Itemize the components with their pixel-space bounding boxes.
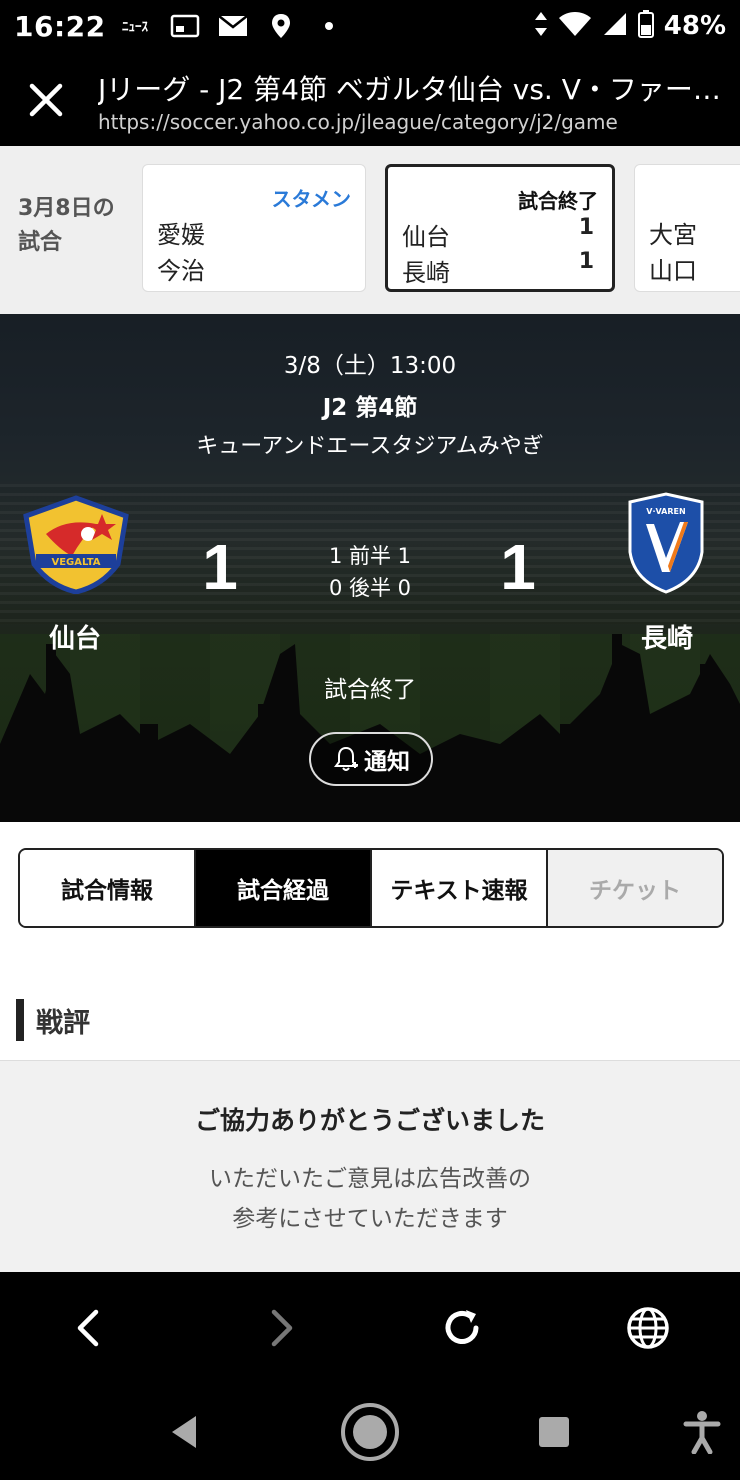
match-round: J2 第4節 — [322, 395, 418, 421]
battery-percent: 48% — [663, 11, 726, 41]
card-home-team: 仙台 — [402, 223, 450, 251]
home-score: 1 — [202, 531, 238, 603]
match-venue: キューアンドエースタジアムみやぎ — [196, 434, 544, 459]
content-area: 試合情報 試合経過 テキスト速報 チケット 戦評 ご協力ありがとうございました … — [0, 822, 740, 1272]
varen-logo[interactable]: V·VAREN — [626, 492, 706, 596]
system-nav — [0, 1382, 740, 1480]
au-app-icon — [170, 14, 200, 38]
game-card-sendai-nagasaki[interactable]: 試合終了 仙台 1 長崎 1 — [385, 164, 615, 292]
card-away-score: 1 — [578, 249, 594, 274]
close-button[interactable] — [22, 76, 70, 124]
status-bar: 16:22 ﾆｭｰｽ 48% — [0, 0, 740, 52]
system-back-button[interactable] — [152, 1400, 216, 1464]
news-app-icon: ﾆｭｰｽ — [122, 14, 152, 38]
system-recents-button[interactable] — [522, 1400, 586, 1464]
vegalta-logo[interactable]: VEGALTA — [22, 494, 130, 595]
match-status: 試合終了 — [324, 677, 416, 703]
notify-button[interactable]: 通知 — [309, 732, 433, 786]
location-icon — [266, 14, 296, 38]
carrier-label: ﾆｭｰｽ — [122, 20, 149, 35]
vegalta-logo-text: VEGALTA — [51, 557, 100, 568]
reload-icon — [445, 1310, 479, 1344]
home-team-name[interactable]: 仙台 — [20, 618, 130, 655]
forward-button[interactable] — [254, 1300, 310, 1356]
card-home-team: 愛媛 — [157, 221, 205, 249]
data-arrows-icon — [534, 11, 548, 41]
second-half-score: 0 後半 0 — [328, 576, 412, 600]
card-home-team: 大宮 — [649, 221, 697, 249]
notification-dot-icon — [314, 14, 344, 38]
card-away-team: 山口 — [649, 257, 697, 285]
card-status: 試合終了 — [518, 189, 598, 213]
signal-icon — [602, 11, 628, 41]
feedback-line-1: いただいたご意見は広告改善の — [209, 1166, 531, 1192]
globe-icon — [627, 1307, 669, 1349]
tab-match-progress[interactable]: 試合経過 — [196, 850, 372, 926]
home-circle-icon — [341, 1403, 399, 1461]
section-title: 戦評 — [36, 1007, 90, 1039]
status-time: 16:22 — [14, 9, 106, 43]
section-bar — [16, 999, 24, 1041]
globe-button[interactable] — [620, 1300, 676, 1356]
card-away-team: 今治 — [157, 257, 205, 285]
mail-icon — [217, 14, 248, 38]
tab-text-live[interactable]: テキスト速報 — [372, 850, 548, 926]
triangle-back-icon — [172, 1416, 196, 1448]
feedback-title: ご協力ありがとうございました — [194, 1106, 545, 1135]
games-strip: 3月8日の試合 スタメン 愛媛 今治 試合終了 仙台 1 長崎 1 大宮 山口 — [0, 146, 740, 314]
match-hero: 3/8（土）13:00 J2 第4節 キューアンドエースタジアムみやぎ VEGA… — [0, 314, 740, 822]
feedback-thanks-box: ご協力ありがとうございました いただいたご意見は広告改善の 参考にさせていただき… — [0, 1060, 740, 1272]
tab-tickets[interactable]: チケット — [548, 850, 722, 926]
battery-icon — [637, 10, 654, 42]
match-datetime: 3/8（土）13:00 — [283, 353, 457, 379]
accessibility-icon — [683, 1411, 721, 1454]
back-button[interactable] — [60, 1300, 116, 1356]
notify-label: 通知 — [364, 749, 410, 775]
date-label: 3月8日の試合 — [18, 196, 115, 255]
section-heading: 戦評 — [16, 998, 90, 1042]
system-home-button[interactable] — [338, 1400, 402, 1464]
bell-plus-icon — [334, 746, 358, 771]
game-card-ehime-imabari[interactable]: スタメン 愛媛 今治 — [142, 164, 366, 292]
chevron-right-icon — [271, 1309, 293, 1347]
close-icon — [29, 83, 63, 117]
browser-bar: Jリーグ - J2 第4節 ベガルタ仙台 vs. V・ファーレン長崎 https… — [0, 52, 740, 146]
wifi-icon — [558, 11, 592, 41]
tab-match-info[interactable]: 試合情報 — [20, 850, 196, 926]
game-card-omiya-yamaguchi[interactable]: 大宮 山口 — [634, 164, 740, 292]
chevron-left-icon — [77, 1309, 99, 1347]
accessibility-button[interactable] — [670, 1400, 734, 1464]
away-score: 1 — [500, 531, 536, 603]
varen-logo-text: V·VAREN — [646, 507, 685, 516]
match-tabs: 試合情報 試合経過 テキスト速報 チケット — [18, 848, 724, 928]
first-half-score: 1 前半 1 — [328, 544, 412, 568]
reload-button[interactable] — [434, 1300, 490, 1356]
card-away-team: 長崎 — [402, 259, 450, 287]
feedback-line-2: 参考にさせていただきます — [232, 1206, 508, 1232]
away-team-name[interactable]: 長崎 — [612, 618, 722, 655]
card-home-score: 1 — [578, 215, 594, 240]
page-url[interactable]: https://soccer.yahoo.co.jp/jleague/categ… — [98, 110, 730, 134]
page-title: Jリーグ - J2 第4節 ベガルタ仙台 vs. V・ファーレン長崎 — [98, 73, 730, 106]
browser-nav — [0, 1272, 740, 1382]
card-status: スタメン — [271, 187, 351, 211]
square-recents-icon — [539, 1417, 569, 1447]
